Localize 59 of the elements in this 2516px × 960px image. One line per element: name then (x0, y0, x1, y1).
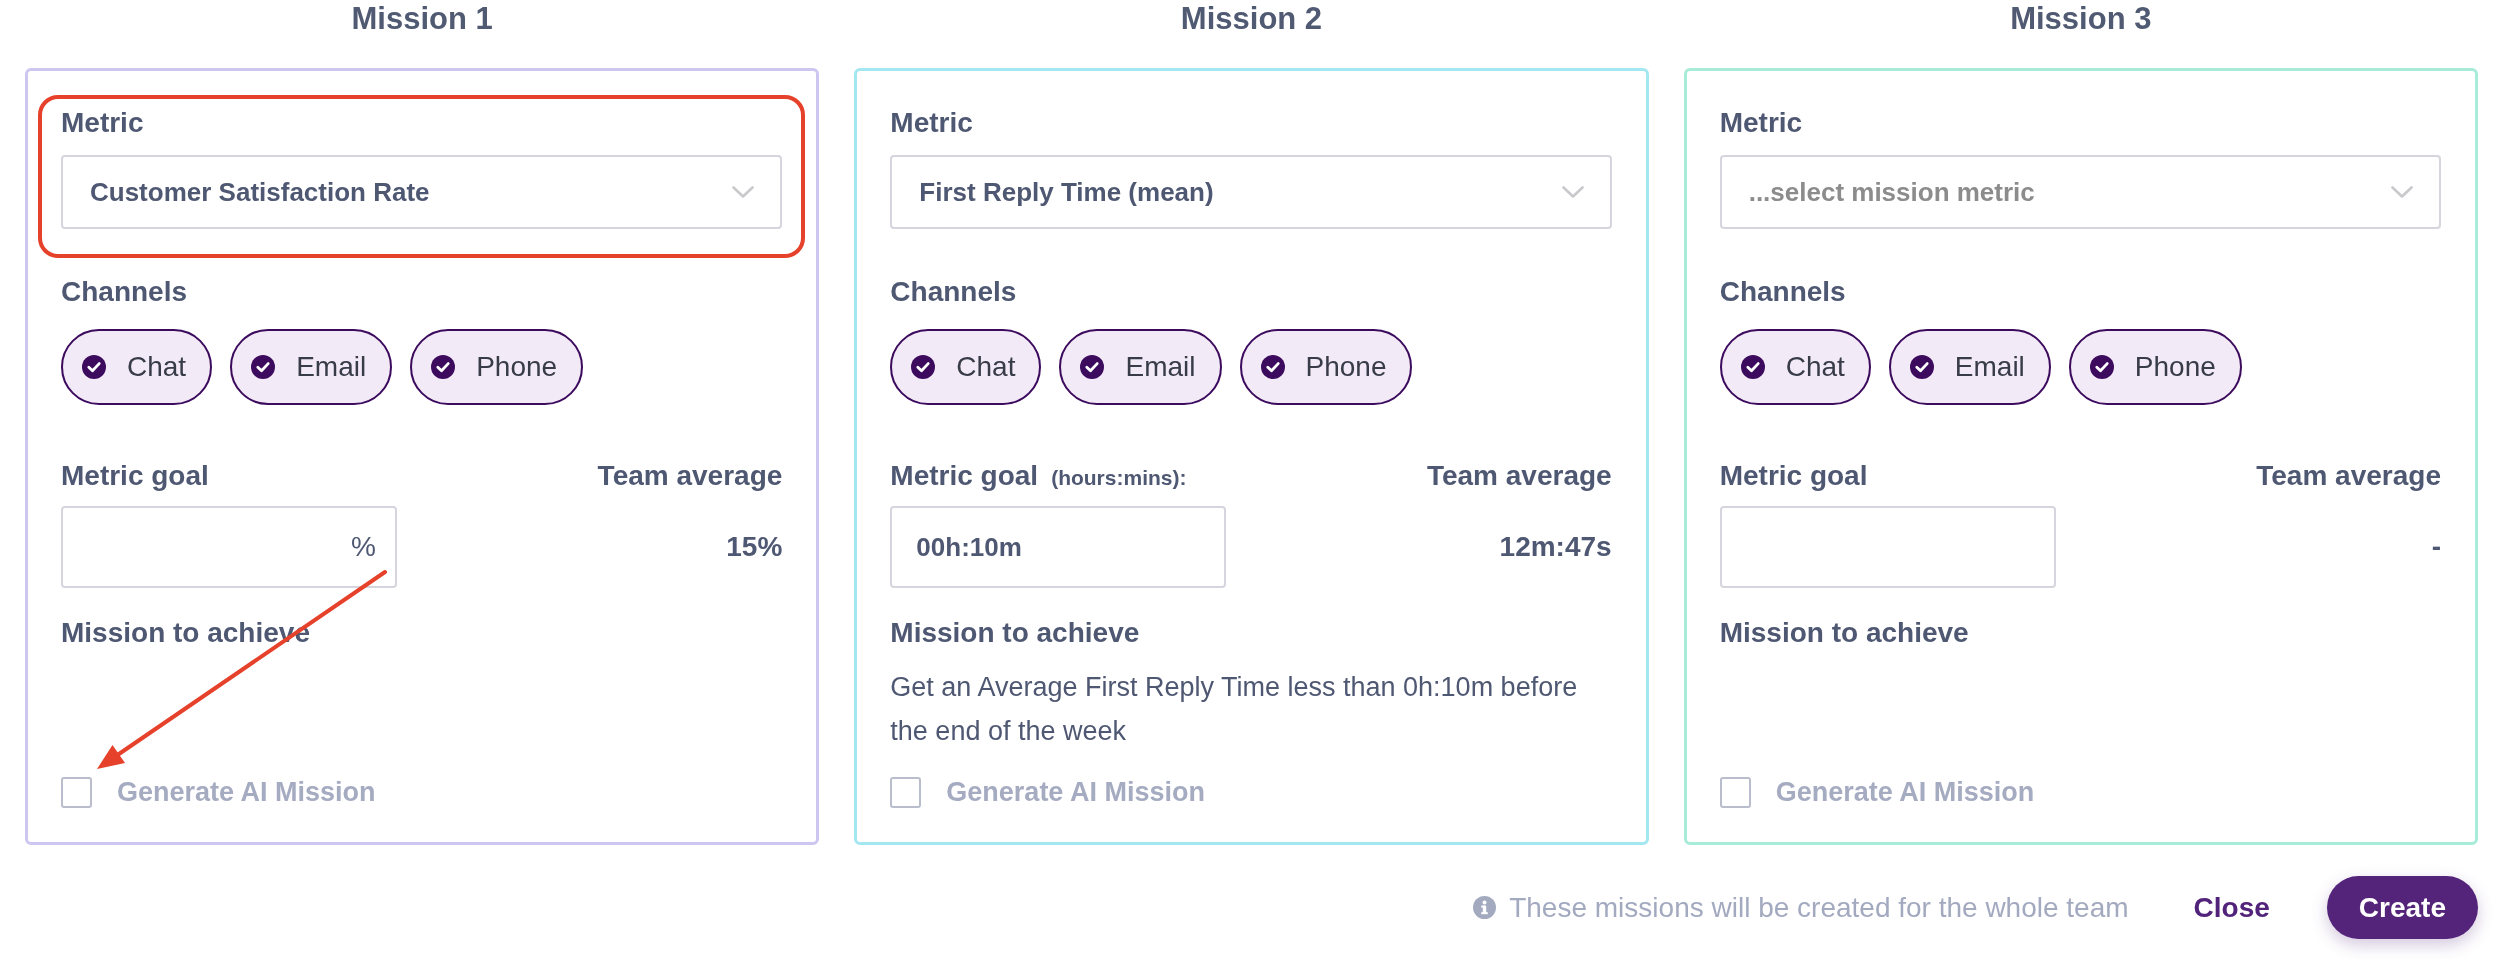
mission-title: Mission 2 (1179, 0, 1324, 38)
field-label: Metric (1719, 107, 1804, 139)
field-hint: (hours:mins): (1051, 466, 1187, 490)
channel-chip[interactable]: Chat (61, 329, 213, 405)
channel-chip[interactable]: Email (1059, 329, 1222, 405)
team-average-value: 15% (726, 531, 783, 563)
team-average-value: 12m:47s (1499, 531, 1612, 563)
channel-chip[interactable]: Email (230, 329, 393, 405)
unit-suffix: % (351, 531, 376, 563)
field-label: Team average (1426, 460, 1612, 492)
chevron-down-icon (1561, 186, 1584, 198)
check-circle-icon (251, 355, 276, 379)
goal-input[interactable] (1719, 506, 2056, 588)
metric-dropdown[interactable]: First Reply Time (mean) (890, 155, 1612, 229)
channel-chip[interactable]: Phone (2068, 329, 2242, 405)
check-circle-icon (1909, 355, 1934, 379)
goal-input[interactable]: 00h:10m (890, 506, 1227, 588)
field-label: Channels (61, 276, 189, 308)
field-label: Channels (1719, 276, 1847, 308)
create-button[interactable]: Create (2326, 876, 2478, 939)
field-label: Team average (2256, 460, 2441, 492)
field-label: Mission to achieve (1719, 617, 1970, 649)
mission-title: Mission 1 (350, 0, 494, 38)
checkbox[interactable] (61, 776, 92, 808)
check-circle-icon (82, 355, 106, 379)
field-label: Metric (61, 107, 145, 139)
goal-input[interactable]: % (61, 506, 397, 588)
check-circle-icon (1740, 355, 1765, 379)
field-label: Channels (890, 276, 1018, 308)
check-circle-icon (1260, 355, 1285, 379)
chevron-down-icon (2391, 186, 2413, 198)
check-circle-icon (911, 355, 936, 379)
field-label: Mission to achieve (890, 617, 1141, 649)
team-average-value: - (2431, 531, 2441, 563)
mission-title: Mission 3 (2009, 0, 2153, 38)
metric-dropdown[interactable]: Customer Satisfaction Rate (61, 155, 783, 229)
field-label: Metric goal (1719, 460, 1868, 492)
footer-note: These missions will be created for the whole team (1509, 891, 2129, 924)
channel-chip[interactable]: Phone (1239, 329, 1413, 405)
checkbox-label: Generate AI Mission (946, 776, 1205, 808)
field-label: Metric goal (61, 460, 209, 492)
mission-description: Get an Average First Reply Time less than 0h:10m before the end of the week (890, 671, 1579, 748)
field-label: Metric (890, 107, 974, 139)
channel-chip[interactable]: Chat (890, 329, 1042, 405)
channel-chip[interactable]: Chat (1719, 329, 1871, 405)
checkbox[interactable] (1719, 776, 1751, 808)
info-icon (1473, 896, 1497, 919)
channel-chip[interactable]: Phone (410, 329, 584, 405)
field-label: Team average (597, 460, 783, 492)
field-label: Metric goal (890, 460, 1039, 492)
chevron-down-icon (732, 186, 755, 198)
checkbox-label: Generate AI Mission (1775, 776, 2035, 808)
check-circle-icon (2089, 355, 2114, 379)
checkbox[interactable] (890, 776, 922, 808)
checkbox-label: Generate AI Mission (117, 776, 376, 808)
check-circle-icon (431, 355, 456, 379)
check-circle-icon (1080, 355, 1105, 379)
close-link[interactable]: Close (2193, 891, 2270, 924)
channel-chip[interactable]: Email (1888, 329, 2051, 405)
